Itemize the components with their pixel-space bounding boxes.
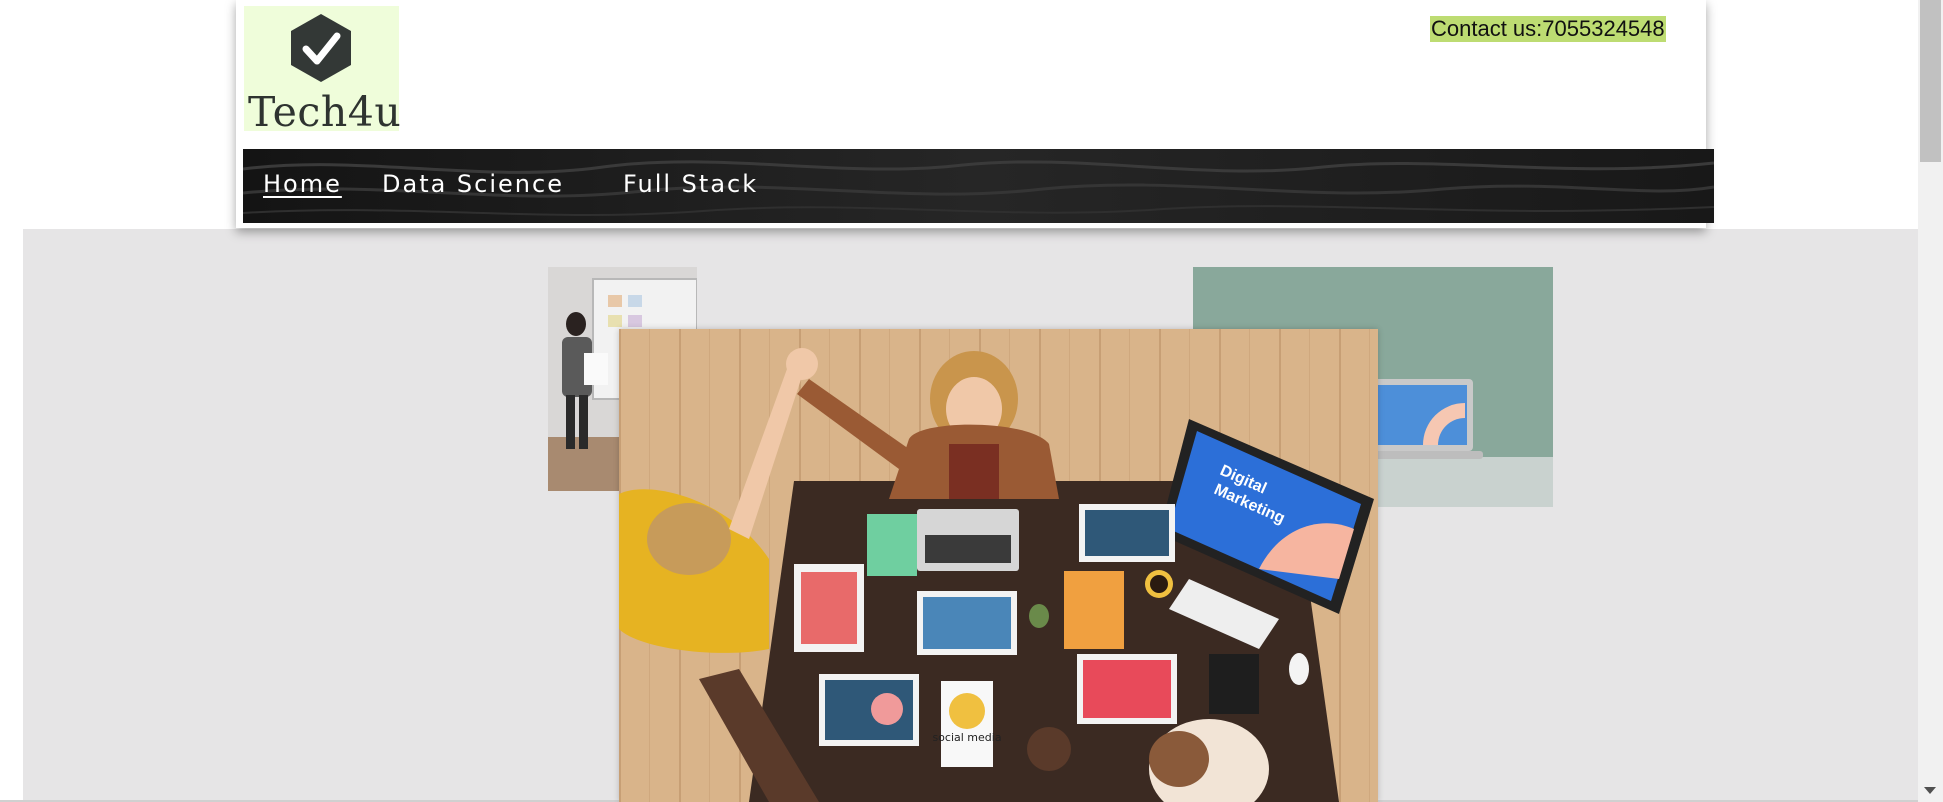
scroll-down-arrow-icon[interactable] [1924,787,1936,794]
main-nav: Home Data Science Full Stack [243,149,1714,223]
social-media-card-text: social media [932,731,1001,744]
logo[interactable]: Tech4u [244,6,402,136]
nav-item-home[interactable]: Home [263,167,342,201]
page: Tech4u Contact us:7055324548 Home Data S… [0,0,1943,802]
check-badge-icon [291,14,351,82]
vertical-scrollbar[interactable] [1918,0,1943,802]
scrollbar-thumb[interactable] [1920,0,1941,162]
brand-name: Tech4u [248,88,402,136]
nav-item-full-stack[interactable]: Full Stack [623,167,758,201]
contact-info: Contact us:7055324548 [1430,16,1666,42]
site-header: Tech4u Contact us:7055324548 Home Data S… [236,0,1714,228]
nav-item-data-science[interactable]: Data Science [382,167,564,201]
team-high-five-photo: Digital Marketing social media [619,329,1378,802]
